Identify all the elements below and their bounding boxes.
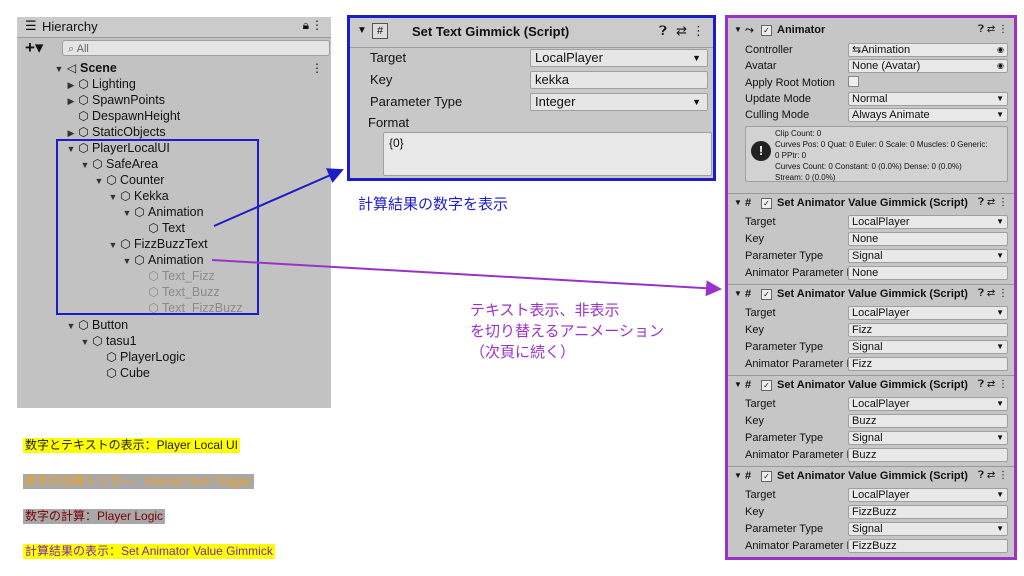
calc-result-annotation: 計算結果の数字を表示	[358, 196, 509, 213]
legend-item-player-local-ui: 数字とテキストの表示：Player Local UI	[23, 438, 241, 453]
toggle-animation-annotation: テキスト表示、非表示 を切り替えるアニメーション （次頁に続く）	[470, 302, 664, 361]
legend-item-set-animator-value: 計算結果の表示：Set Animator Value Gimmick	[23, 544, 275, 559]
legend-item-player-logic: 数字の計算：Player Logic	[23, 509, 166, 524]
arrow-animation-to-gimmicks	[211, 259, 722, 297]
annotation-arrows	[211, 168, 722, 297]
arrow-text-to-inspector	[213, 168, 344, 227]
legend-item-interact-item-trigger: 数字の加算トリガー：Interact Item Trigger	[23, 474, 255, 489]
